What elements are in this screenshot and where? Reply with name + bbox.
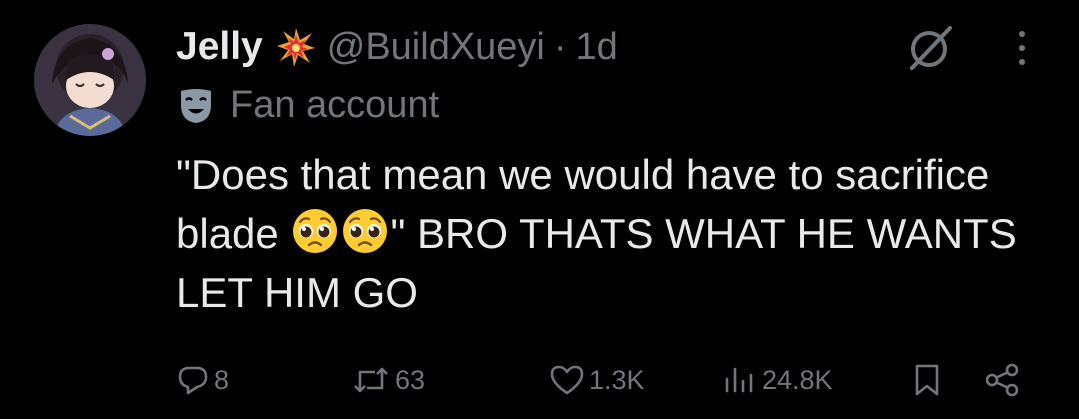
reply-icon [176,363,210,397]
repost-button[interactable]: 63 [351,358,425,402]
label-text: Fan account [230,83,440,126]
separator-dot: · [553,25,567,68]
action-bar: 8 63 1.3K 24.8K [176,358,1036,402]
repost-count: 63 [395,364,426,395]
views-icon [722,363,758,397]
grok-icon[interactable] [906,22,956,72]
like-count: 1.3K [589,364,645,395]
bookmark-button[interactable] [910,358,944,402]
tweet-text: "Does that mean we would have to sacrifi… [176,145,1056,322]
timestamp[interactable]: 1d [576,26,618,69]
bookmark-icon [910,362,944,398]
tweet-header: Jelly @BuildXueyi · 1d [176,20,618,74]
collision-emoji-icon [275,26,317,68]
views-button[interactable]: 24.8K [722,358,833,402]
heart-icon [549,363,585,397]
avatar[interactable] [34,24,146,136]
reply-count: 8 [214,364,230,395]
account-label[interactable]: Fan account [176,80,439,130]
share-icon [982,362,1022,398]
pleading-face-emoji [340,206,390,256]
views-count: 24.8K [762,364,833,395]
reply-button[interactable]: 8 [176,358,229,402]
theater-mask-icon [176,85,216,125]
display-name[interactable]: Jelly [176,25,263,69]
more-options-icon[interactable] [1012,28,1032,68]
user-handle[interactable]: @BuildXueyi [327,26,545,69]
share-button[interactable] [982,358,1022,402]
pleading-face-emoji [290,206,340,256]
like-button[interactable]: 1.3K [549,358,645,402]
repost-icon [351,363,391,397]
